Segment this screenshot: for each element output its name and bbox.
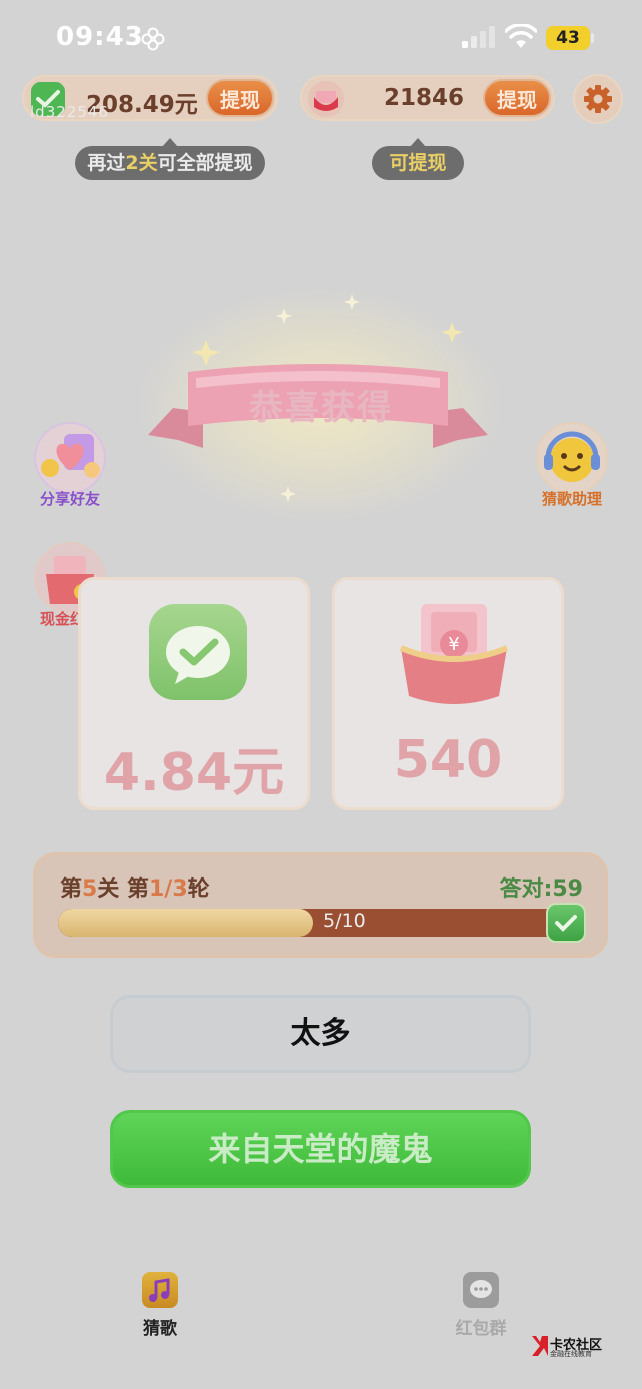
congrats-banner-text: 恭喜获得 [249, 388, 393, 428]
tab-guess-song-label: 猜歌 [143, 1319, 177, 1339]
wechat-icon [546, 903, 586, 943]
coin-balance-pill: 21846 提现 [300, 75, 555, 121]
level-suffix: 关 第 [97, 877, 149, 902]
wifi-icon [505, 24, 537, 48]
battery-tip [591, 33, 594, 43]
chat-bubble-icon [463, 1272, 499, 1308]
coin-reward-card: ¥ 540 [332, 577, 564, 810]
heart-icon [34, 422, 106, 494]
gear-icon [584, 85, 612, 113]
tab-guess-song[interactable]: 猜歌 [115, 1272, 205, 1339]
level-round-text: 第5关 第1/3轮 [60, 871, 210, 903]
answer-option-a[interactable]: 太多 [110, 995, 531, 1073]
cash-withdraw-button[interactable]: 提现 [206, 79, 274, 117]
cash-reward-value: 4.84元 [103, 743, 285, 803]
wechat-icon [149, 604, 247, 700]
user-id-watermark: ld322546 [30, 103, 109, 121]
signal-icon [462, 26, 495, 48]
settings-button[interactable] [573, 74, 623, 124]
status-bar: 09:43 43 [0, 0, 642, 76]
round-suffix: 轮 [187, 877, 210, 902]
coin-withdraw-tip: 可提现 [372, 138, 464, 180]
flower-icon [141, 27, 165, 51]
share-friends-button[interactable]: 分享好友 [30, 422, 110, 509]
coin-withdraw-button[interactable]: 提现 [483, 79, 551, 117]
level-progress-panel: 第5关 第1/3轮 答对:59 5/10 [33, 852, 608, 958]
kanong-logo-sub: 金融在线教育 [550, 1350, 592, 1358]
battery-indicator: 43 [546, 26, 590, 50]
tip-prefix: 再过 [87, 152, 126, 174]
kanong-logo: 卡农社区 金融在线教育 [530, 1334, 610, 1360]
progress-bar: 5/10 [58, 909, 568, 937]
level-prefix: 第 [60, 877, 83, 902]
kanong-logo-mark [532, 1336, 548, 1356]
tab-redpacket-group[interactable]: 红包群 [436, 1272, 526, 1339]
red-packet-icon [308, 81, 344, 117]
music-note-icon [142, 1272, 178, 1308]
tip-highlight: 2关 [125, 152, 158, 174]
tip-suffix: 可全部提现 [157, 152, 253, 174]
assistant-headphones-icon [536, 422, 608, 494]
song-assistant-label: 猜歌助理 [541, 490, 602, 508]
coin-tip-text: 可提现 [389, 152, 447, 174]
cash-reward-card: 4.84元 [78, 577, 310, 810]
red-packet-icon: ¥ [399, 604, 509, 704]
song-assistant-button[interactable]: 猜歌助理 [532, 422, 612, 509]
svg-text:¥: ¥ [448, 634, 459, 655]
coin-balance: 21846 [384, 85, 465, 111]
round-number: 1/3 [149, 877, 188, 902]
level-number: 5 [82, 877, 98, 902]
cash-withdraw-tip: 再过2关可全部提现 [75, 138, 265, 180]
status-time: 09:43 [56, 22, 144, 52]
share-friends-label: 分享好友 [39, 490, 100, 508]
coin-reward-value: 540 [393, 730, 503, 790]
progress-text: 5/10 [323, 910, 366, 932]
progress-bar-fill [58, 909, 313, 937]
tab-redpacket-group-label: 红包群 [455, 1319, 507, 1339]
tip-arrow [162, 138, 178, 147]
answer-option-b[interactable]: 来自天堂的魔鬼 [110, 1110, 531, 1188]
correct-count: 答对:59 [499, 877, 583, 902]
tip-arrow [410, 138, 426, 147]
